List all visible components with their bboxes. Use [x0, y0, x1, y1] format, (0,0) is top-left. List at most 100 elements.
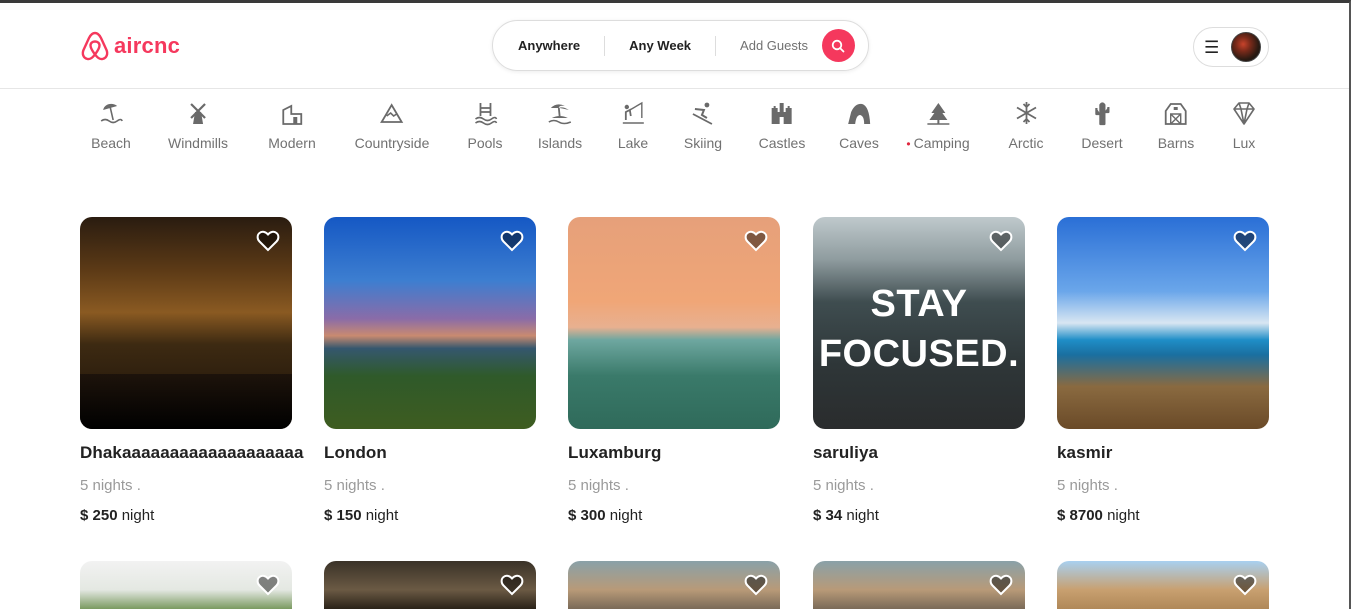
category-label: Beach [91, 135, 131, 151]
listing-card[interactable]: kasmir 5 nights . $ 8700 night [1057, 217, 1269, 524]
listing-title: Luxamburg [568, 443, 662, 462]
category-label: Caves [839, 135, 879, 151]
cave-icon [848, 103, 870, 124]
heart-icon[interactable] [500, 573, 524, 597]
barn-icon [1165, 103, 1187, 125]
listing-card[interactable]: Dhakaaaaaaaaaaaaaaaaaaa 5 nights . $ 250… [80, 217, 304, 524]
listing-photo[interactable] [324, 561, 536, 609]
search-guests[interactable]: Add Guests [716, 36, 820, 56]
heart-icon[interactable] [744, 573, 768, 597]
category-castles[interactable]: Castles [759, 100, 805, 151]
category-camping[interactable]: • Camping [906, 100, 970, 151]
windmill-icon [190, 103, 206, 124]
price-unit: night [365, 507, 399, 524]
avatar [1231, 32, 1262, 62]
listing-photo[interactable] [80, 561, 292, 609]
listing-photo[interactable] [80, 217, 292, 429]
listing-price-line: $ 300 night [568, 507, 780, 524]
listing-card[interactable]: London 5 nights . $ 150 night [324, 217, 536, 524]
category-windmills[interactable]: Windmills [168, 100, 228, 151]
listing-title: Dhakaaaaaaaaaaaaaaaaaaa [80, 443, 304, 462]
category-label: Modern [268, 135, 316, 151]
category-bar: Beach Windmills Modern Countryside Pools… [0, 100, 1349, 160]
category-desert[interactable]: Desert [1081, 100, 1123, 151]
heart-icon[interactable] [256, 229, 280, 253]
listing-photo[interactable] [1057, 217, 1269, 429]
search-button[interactable] [821, 29, 855, 62]
category-arctic[interactable]: Arctic [1009, 100, 1044, 151]
price-unit: night [121, 507, 155, 524]
category-label: Skiing [683, 135, 723, 151]
beach-umbrella-icon [100, 103, 123, 124]
heart-icon[interactable] [1233, 573, 1257, 597]
airbnb-logo-icon [81, 31, 109, 61]
category-label: Desert [1081, 135, 1123, 151]
category-label: Lake [617, 135, 649, 151]
listing-card[interactable]: STAY FOCUSED. saruliya 5 nights . $ 34 n… [813, 217, 1025, 524]
listing-price: $ 250 [80, 507, 118, 524]
listing-card[interactable]: Luxamburg 5 nights . $ 300 night [568, 217, 780, 524]
heart-icon[interactable] [744, 229, 768, 253]
category-modern[interactable]: Modern [268, 100, 316, 151]
category-islands[interactable]: Islands [538, 100, 582, 151]
category-skiing[interactable]: Skiing [684, 100, 722, 151]
listing-photo[interactable] [568, 561, 780, 609]
category-countryside[interactable]: Countryside [354, 100, 430, 151]
mountain-icon [380, 103, 404, 123]
listing-price-line: $ 8700 night [1057, 507, 1269, 524]
snowflake-icon [1016, 102, 1036, 124]
search-when[interactable]: Any Week [605, 35, 717, 56]
listing-photo[interactable] [1057, 561, 1269, 609]
listing-nights: 5 nights . [324, 477, 385, 494]
listing-card[interactable] [1057, 561, 1269, 609]
category-label: Islands [537, 135, 583, 151]
category-pools[interactable]: Pools [467, 100, 503, 151]
heart-icon[interactable] [256, 573, 280, 597]
listing-nights: 5 nights . [568, 477, 629, 494]
category-lux[interactable]: Lux [1231, 100, 1257, 151]
skier-icon [692, 102, 713, 125]
price-unit: night [846, 507, 879, 524]
listing-price: $ 34 [813, 507, 843, 524]
pool-icon [474, 103, 497, 126]
listing-photo[interactable] [324, 217, 536, 429]
active-dot: • [906, 137, 911, 151]
listing-title: London [324, 443, 387, 462]
fishing-icon [622, 101, 644, 124]
island-icon [548, 104, 572, 125]
listing-photo[interactable] [568, 217, 780, 429]
diamond-icon [1233, 102, 1255, 125]
brand-name: aircnc [114, 33, 181, 58]
price-unit: night [1107, 507, 1140, 524]
search-icon [832, 39, 845, 52]
category-lake[interactable]: Lake [618, 100, 648, 151]
castle-icon [772, 103, 792, 124]
listing-nights: 5 nights . [813, 477, 874, 494]
listing-card[interactable] [324, 561, 536, 609]
listing-price-line: $ 150 night [324, 507, 536, 524]
heart-icon[interactable] [500, 229, 524, 253]
listing-price: $ 300 [568, 507, 606, 524]
search-where[interactable]: Anywhere [493, 35, 606, 56]
listing-price-line: $ 34 night [813, 507, 1025, 524]
heart-icon[interactable] [1233, 229, 1257, 253]
category-barns[interactable]: Barns [1158, 100, 1194, 151]
listing-photo[interactable]: STAY FOCUSED. [813, 217, 1025, 429]
search-bar[interactable]: Anywhere Any Week Add Guests [492, 20, 869, 71]
heart-icon[interactable] [989, 573, 1013, 597]
photo-overlay-text: STAY FOCUSED. [818, 283, 1020, 375]
listing-photo[interactable] [813, 561, 1025, 609]
listing-card[interactable] [813, 561, 1025, 609]
category-caves[interactable]: Caves [839, 100, 879, 151]
tent-icon [926, 103, 949, 125]
aircnc-logo[interactable]: aircnc [80, 30, 180, 62]
user-menu-button[interactable]: ☰ [1193, 27, 1269, 67]
modern-house-icon [282, 104, 302, 125]
category-label: Countryside [354, 135, 430, 151]
top-header: aircnc Anywhere Any Week Add Guests ☰ [0, 3, 1349, 89]
listing-title: saruliya [813, 443, 879, 462]
listing-card[interactable] [80, 561, 292, 609]
category-beach[interactable]: Beach [91, 100, 131, 151]
heart-icon[interactable] [989, 229, 1013, 253]
listing-card[interactable] [568, 561, 780, 609]
